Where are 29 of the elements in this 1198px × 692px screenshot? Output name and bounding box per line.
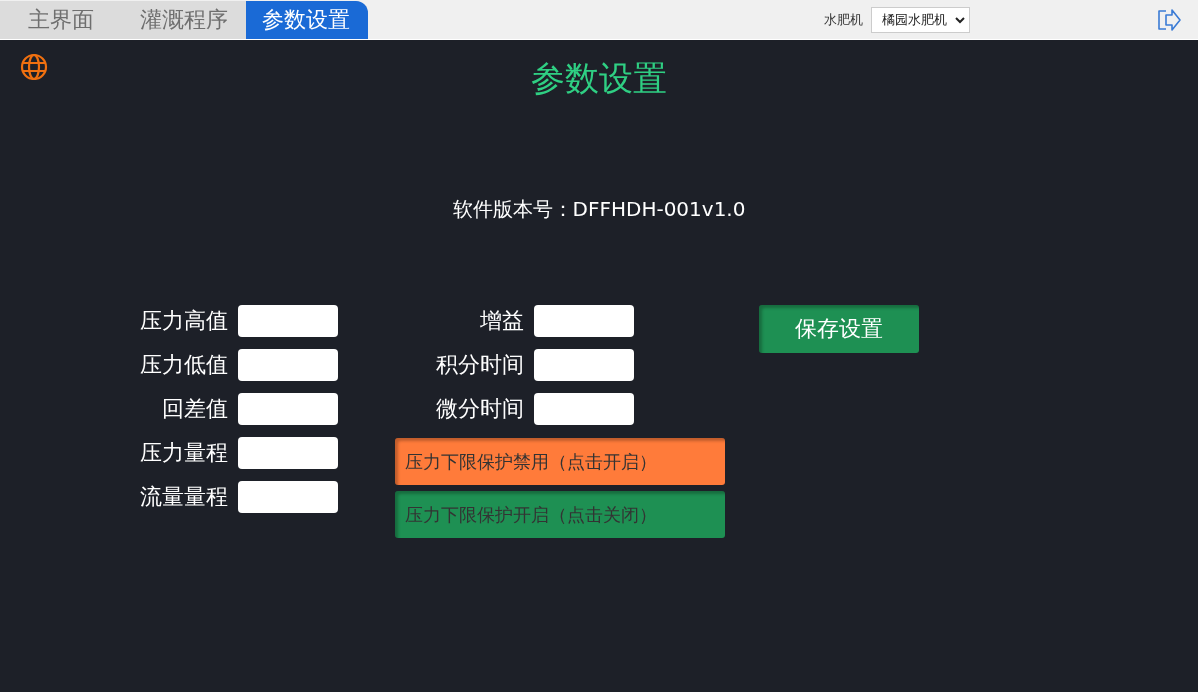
field-label: 流量量程: [140, 483, 228, 511]
device-label: 水肥机: [824, 10, 863, 29]
tab[interactable]: 灌溉程序: [112, 1, 246, 39]
version-text: 软件版本号：DFFHDH-001v1.0: [451, 196, 747, 223]
input-field[interactable]: [238, 349, 338, 381]
input-field[interactable]: [238, 437, 338, 469]
field-label: 压力低值: [140, 351, 228, 379]
field-label: 压力高值: [140, 307, 228, 335]
page-title: 参数设置: [531, 57, 667, 100]
tab[interactable]: 参数设置: [246, 1, 368, 39]
tab[interactable]: 主界面: [0, 1, 112, 39]
logout-icon[interactable]: [1156, 7, 1182, 32]
toggle-button[interactable]: 压力下限保护开启（点击关闭）: [395, 491, 725, 538]
globe-icon[interactable]: [20, 53, 48, 81]
input-field[interactable]: [534, 393, 634, 425]
input-field[interactable]: [238, 305, 338, 337]
chevron-down-icon: [955, 15, 965, 24]
device-select[interactable]: 橘园水肥机: [871, 6, 970, 33]
field-label: 增益: [480, 307, 524, 335]
field-label: 压力量程: [140, 439, 228, 467]
save-button[interactable]: 保存设置: [759, 305, 919, 353]
field-label: 微分时间: [436, 395, 524, 423]
input-field[interactable]: [534, 349, 634, 381]
field-label: 回差值: [162, 395, 228, 423]
input-field[interactable]: [238, 481, 338, 513]
input-field[interactable]: [534, 305, 634, 337]
input-field[interactable]: [238, 393, 338, 425]
field-label: 积分时间: [436, 351, 524, 379]
toggle-button[interactable]: 压力下限保护禁用（点击开启）: [395, 438, 725, 485]
